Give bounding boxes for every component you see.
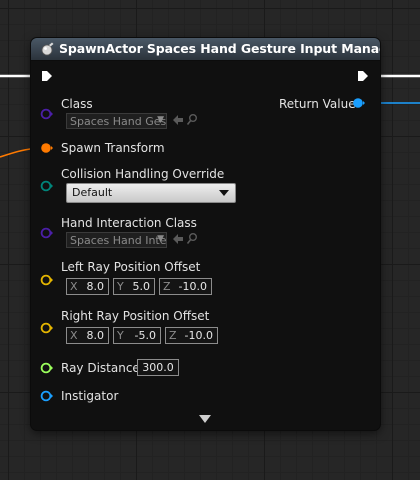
right-ray-offset-label: Right Ray Position Offset — [61, 309, 210, 323]
hand-interaction-class-picker[interactable]: Spaces Hand Inte ▼ — [66, 232, 167, 248]
ray-distance-pin[interactable] — [40, 361, 54, 375]
right-ray-z-field[interactable]: Z -10.0 — [165, 327, 218, 344]
node-header[interactable]: SpawnActor Spaces Hand Gesture Input Man… — [31, 38, 380, 61]
use-selected-arrow-icon[interactable] — [172, 232, 184, 246]
class-picker-value: Spaces Hand Ges — [70, 115, 167, 128]
advanced-expand-arrow-icon[interactable] — [199, 415, 211, 423]
ray-distance-label: Ray Distance — [61, 361, 140, 375]
chevron-down-icon — [219, 190, 229, 196]
left-ray-x-field[interactable]: X 8.0 — [66, 278, 109, 295]
browse-search-icon[interactable] — [186, 232, 198, 246]
class-picker[interactable]: Spaces Hand Ges ▼ — [66, 113, 167, 129]
spawn-transform-label: Spawn Transform — [61, 141, 165, 155]
spawn-actor-sphere-icon — [41, 42, 54, 56]
collision-handling-label: Collision Handling Override — [61, 167, 225, 181]
return-value-label: Return Value — [279, 97, 356, 111]
right-ray-offset-pin[interactable] — [40, 321, 54, 335]
collision-handling-dropdown[interactable]: Default — [66, 183, 236, 203]
left-ray-z-field[interactable]: Z -10.0 — [159, 278, 212, 295]
exec-in-pin[interactable] — [41, 70, 53, 82]
ray-distance-field[interactable]: 300.0 — [137, 359, 179, 376]
chevron-down-icon: ▼ — [157, 115, 164, 125]
left-ray-y-field[interactable]: Y 5.0 — [113, 278, 155, 295]
left-ray-offset-label: Left Ray Position Offset — [61, 260, 201, 274]
chevron-down-icon: ▼ — [157, 234, 164, 244]
instigator-label: Instigator — [61, 389, 119, 403]
left-ray-offset-pin[interactable] — [40, 273, 54, 287]
class-pin[interactable] — [40, 107, 54, 121]
spawn-transform-pin[interactable] — [40, 141, 54, 155]
collision-handling-value: Default — [72, 186, 113, 199]
exec-out-pin[interactable] — [357, 70, 369, 82]
hand-interaction-class-label: Hand Interaction Class — [61, 216, 197, 230]
use-selected-arrow-icon[interactable] — [172, 113, 184, 127]
class-label: Class — [61, 97, 93, 111]
instigator-pin[interactable] — [40, 389, 54, 403]
hand-interaction-class-picker-value: Spaces Hand Inte — [70, 234, 167, 247]
browse-search-icon[interactable] — [186, 113, 198, 127]
return-value-pin[interactable] — [352, 96, 366, 110]
right-ray-y-field[interactable]: Y -5.0 — [113, 327, 161, 344]
hand-interaction-class-pin[interactable] — [40, 226, 54, 240]
right-ray-x-field[interactable]: X 8.0 — [66, 327, 109, 344]
collision-handling-pin[interactable] — [40, 179, 54, 193]
node-title: SpawnActor Spaces Hand Gesture Input Man… — [59, 41, 380, 56]
